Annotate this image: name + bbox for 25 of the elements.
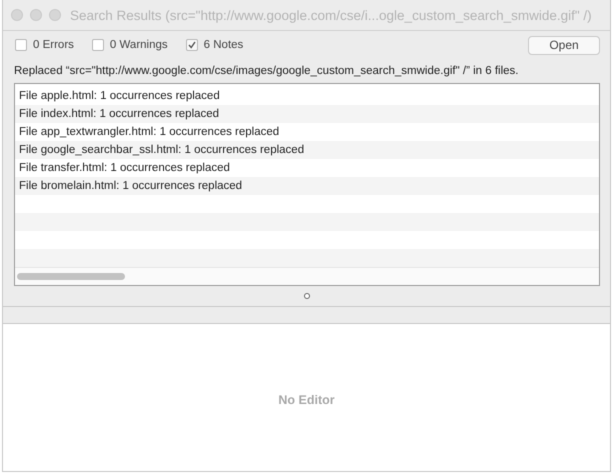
open-button[interactable]: Open [528,36,600,54]
zoom-button[interactable] [49,9,61,21]
result-row[interactable]: File apple.html: 1 occurrences replaced [15,87,599,105]
filter-checkbox[interactable]: 0 Errors [15,39,74,51]
result-row[interactable]: File app_textwrangler.html: 1 occurrences replaced [15,123,599,141]
filter-checkbox[interactable]: 0 Warnings [92,39,168,51]
result-row[interactable]: File index.html: 1 occurrences replaced [15,105,599,123]
filter-label: 6 Notes [204,39,244,51]
minimize-button[interactable] [30,9,42,21]
close-button[interactable] [11,9,23,21]
filter-checkbox[interactable]: 6 Notes [186,39,244,51]
result-row[interactable]: File bromelain.html: 1 occurrences replaced [15,177,599,195]
checkbox[interactable] [186,39,198,51]
summary-text: Replaced “src="http://www.google.com/cse/images/google_custom_search_smwide.gif" /” in 6 files. [13,64,520,79]
splitter-handle[interactable] [304,293,310,299]
result-row[interactable]: File google_searchbar_ssl.html: 1 occurrences replaced [15,141,599,159]
filter-label: 0 Warnings [110,39,168,51]
filter-label: 0 Errors [33,39,74,51]
checkbox[interactable] [92,39,104,51]
scrollbar-thumb[interactable] [17,273,125,280]
result-row[interactable]: File transfer.html: 1 occurrences replaced [15,159,599,177]
window-title: Search Results (src="http://www.google.com/cse/i...ogle_custom_search_smwide.gif" /) [70,8,592,22]
checkbox[interactable] [15,39,27,51]
no-editor-label: No Editor [278,392,335,406]
horizontal-scrollbar[interactable] [15,267,599,285]
